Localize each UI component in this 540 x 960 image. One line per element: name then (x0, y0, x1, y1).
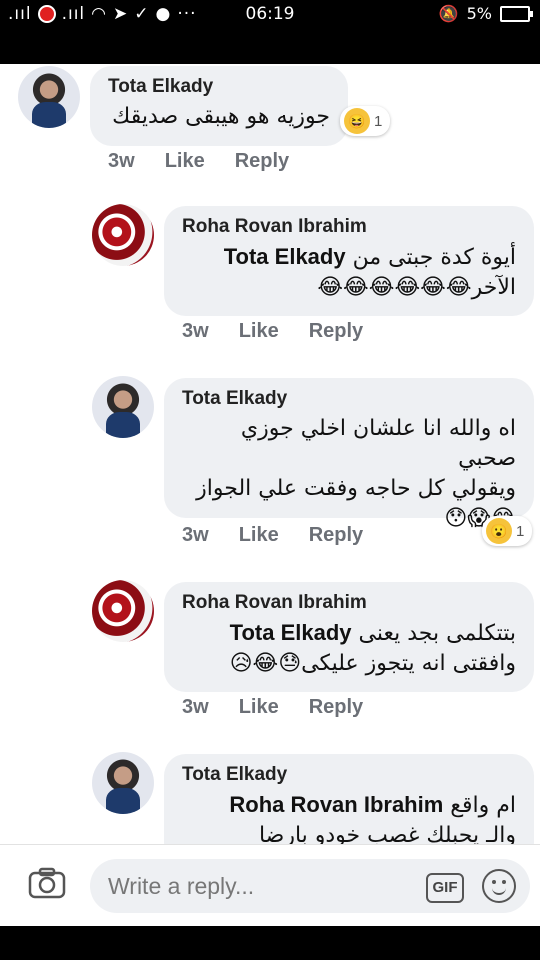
comment-text: جوزيه هو هيبقى صديقك (108, 102, 330, 132)
comment-text: بتتكلمى بجد يعنى Tota Elkady وافقتى انه … (182, 618, 516, 679)
comment-author[interactable]: Tota Elkady (182, 764, 516, 786)
reply-button[interactable]: Reply (309, 320, 363, 343)
reaction-badge[interactable]: 😆 1 (340, 106, 391, 136)
avatar[interactable] (92, 204, 154, 266)
emoji-icon[interactable] (482, 869, 516, 903)
mention-link[interactable]: Roha Rovan Ibrahim (229, 792, 443, 817)
like-button[interactable]: Like (239, 524, 279, 547)
comment-text-line: اه والله انا علشان اخلي جوزي صحبي (240, 416, 516, 471)
comment-text: أيوة كدة جبتى من Tota Elkady الآخر😂😂😂😂😂😂 (182, 242, 516, 303)
comment-text-line: جوزيه هو هيبقى صديقك (112, 104, 330, 129)
comment-time: 3w (182, 696, 209, 718)
comment-text-line: أيوة كدة جبتى من (352, 245, 516, 270)
comment-text-line: بتتكلمى بجد يعنى (358, 621, 516, 646)
camera-icon[interactable] (28, 867, 66, 899)
reaction-badge[interactable]: 😮 1 (482, 516, 533, 546)
reply-button[interactable]: Reply (235, 150, 289, 173)
mention-link[interactable]: Tota Elkady (230, 620, 352, 645)
comment-time: 3w (108, 150, 135, 172)
reply-button[interactable]: Reply (309, 696, 363, 719)
reply-input-actions: GIF (90, 859, 530, 913)
mute-icon: 🔕 (438, 4, 459, 23)
comment-bubble[interactable]: Tota Elkady اه والله انا علشان اخلي جوزي… (164, 378, 534, 531)
comment-bubble[interactable]: Roha Rovan Ibrahim بتتكلمى بجد يعنى Tota… (164, 582, 534, 692)
comment-text-line: وافقتى انه يتجوز عليكى (301, 651, 516, 676)
comment-time: 3w (182, 320, 209, 342)
comment-actions: 3w Like Reply (108, 150, 289, 173)
comment-author[interactable]: Roha Rovan Ibrahim (182, 592, 516, 614)
status-right: 🔕 5% (438, 4, 533, 23)
comment-actions: 3w Like Reply (182, 320, 363, 343)
like-button[interactable]: Like (239, 320, 279, 343)
comment-author[interactable]: Tota Elkady (182, 388, 516, 410)
wow-reaction-icon: 😮 (486, 518, 512, 544)
comment-actions: 3w Like Reply (182, 524, 363, 547)
comment-thread[interactable]: Tota Elkady جوزيه هو هيبقى صديقك 😆 1 3w … (0, 64, 540, 844)
like-button[interactable]: Like (165, 150, 205, 173)
mention-link[interactable]: Tota Elkady (224, 244, 346, 269)
haha-reaction-icon: 😆 (344, 108, 370, 134)
comment-text-line: والـ يحبلك غصب خودو بارضا (258, 823, 516, 844)
comment-text: ام واقع Roha Rovan Ibrahim والـ يحبلك غص… (182, 790, 516, 844)
reply-bar: Write a reply... GIF (0, 844, 540, 927)
comment-actions: 3w Like Reply (182, 696, 363, 719)
gif-button[interactable]: GIF (426, 873, 464, 903)
avatar[interactable] (92, 752, 154, 814)
comment-time: 3w (182, 524, 209, 546)
reaction-count: 1 (374, 112, 383, 130)
comment-text-line: الآخر (471, 275, 516, 300)
battery-icon (500, 5, 533, 22)
reaction-count: 1 (516, 522, 525, 540)
emoji-sequence: 😓😂😥 (229, 651, 302, 676)
comment-text-line: ويقولي كل حاجه وفقت علي الجواز (196, 476, 516, 501)
status-bar: .ııl .ııl ◠ ➤ ✓ ● ··· 06:19 🔕 5% (0, 0, 540, 64)
comment-bubble[interactable]: Roha Rovan Ibrahim أيوة كدة جبتى من Tota… (164, 206, 534, 316)
comment-bubble[interactable]: Tota Elkady ام واقع Roha Rovan Ibrahim و… (164, 754, 534, 844)
comment-bubble[interactable]: Tota Elkady جوزيه هو هيبقى صديقك (90, 66, 348, 146)
reply-button[interactable]: Reply (309, 524, 363, 547)
comment-text: اه والله انا علشان اخلي جوزي صحبي ويقولي… (182, 414, 516, 534)
battery-percent: 5% (466, 4, 492, 23)
comment-author[interactable]: Roha Rovan Ibrahim (182, 216, 516, 238)
comment-text-line: ام واقع (450, 793, 516, 818)
avatar[interactable] (92, 376, 154, 438)
like-button[interactable]: Like (239, 696, 279, 719)
emoji-sequence: 😂😂😂😂😂😂 (317, 275, 472, 300)
avatar[interactable] (18, 66, 80, 128)
navigation-bar (0, 926, 540, 960)
avatar[interactable] (92, 580, 154, 642)
comment-author[interactable]: Tota Elkady (108, 76, 330, 98)
